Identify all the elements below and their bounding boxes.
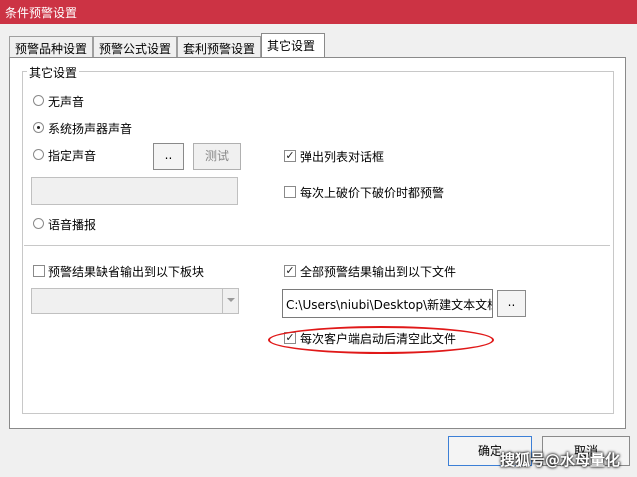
radio-custom-sound-label: 指定声音 xyxy=(48,149,97,163)
output-file-path-input[interactable]: C:\Users\niubi\Desktop\新建文本文档.txt xyxy=(282,289,493,318)
tab-other-settings[interactable]: 其它设置 xyxy=(261,33,325,57)
radio-system-speaker-label: 系统扬声器声音 xyxy=(48,122,133,136)
title-bar: 条件预警设置 xyxy=(0,0,637,24)
radio-voice-broadcast[interactable] xyxy=(33,218,44,229)
every-break-alert-label: 每次上破价下破价时都预警 xyxy=(300,186,445,200)
tab-formula-settings[interactable]: 预警公式设置 xyxy=(93,36,177,57)
chevron-down-icon[interactable] xyxy=(222,289,238,313)
highlight-ellipse xyxy=(268,326,494,354)
radio-custom-sound[interactable] xyxy=(33,149,44,160)
tab-arbitrage-settings[interactable]: 套利预警设置 xyxy=(177,36,261,57)
output-file-checkbox[interactable]: ✓ xyxy=(284,265,296,277)
browse-sound-button[interactable]: .. xyxy=(153,143,184,170)
radio-system-speaker[interactable] xyxy=(33,122,44,133)
output-block-label: 预警结果缺省输出到以下板块 xyxy=(48,265,205,279)
window-title: 条件预警设置 xyxy=(5,6,78,20)
popup-dialog-label: 弹出列表对话框 xyxy=(300,150,385,164)
output-file-label: 全部预警结果输出到以下文件 xyxy=(300,265,457,279)
tab-variety-settings[interactable]: 预警品种设置 xyxy=(9,36,93,57)
test-sound-button[interactable]: 测试 xyxy=(193,143,241,170)
tab-label: 预警品种设置 xyxy=(15,42,88,56)
radio-no-sound-label: 无声音 xyxy=(48,95,85,109)
tab-label: 预警公式设置 xyxy=(99,42,172,56)
tab-label: 套利预警设置 xyxy=(183,42,256,56)
output-block-combo[interactable] xyxy=(31,288,239,314)
section-separator xyxy=(24,245,610,246)
output-block-checkbox[interactable] xyxy=(33,265,45,277)
watermark-text: 搜狐号@水母量化 xyxy=(500,451,621,469)
group-label: 其它设置 xyxy=(27,64,80,81)
radio-voice-broadcast-label: 语音播报 xyxy=(48,218,97,232)
sound-file-input[interactable] xyxy=(31,177,238,205)
every-break-alert-checkbox[interactable] xyxy=(284,186,296,198)
tab-label: 其它设置 xyxy=(267,39,316,53)
check-mark-icon: ✓ xyxy=(285,149,295,162)
radio-no-sound[interactable] xyxy=(33,95,44,106)
popup-dialog-checkbox[interactable]: ✓ xyxy=(284,150,296,162)
check-mark-icon: ✓ xyxy=(285,264,295,277)
browse-output-file-button[interactable]: .. xyxy=(497,290,526,317)
